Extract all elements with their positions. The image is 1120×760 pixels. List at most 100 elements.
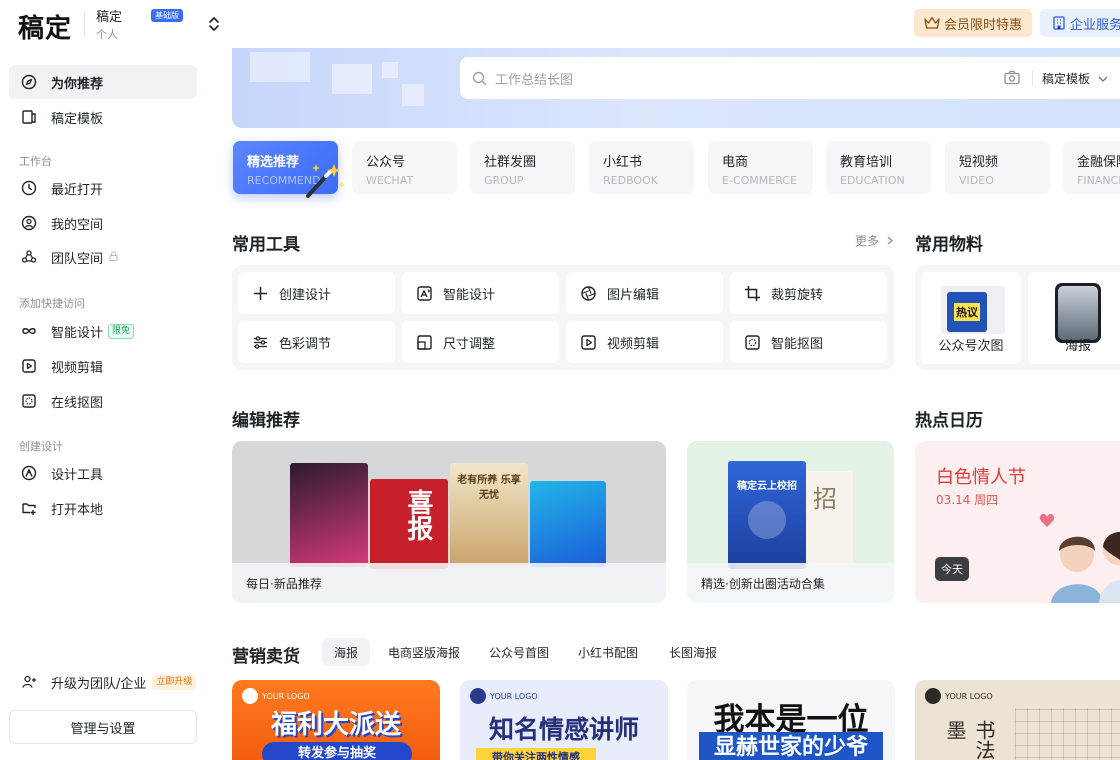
chevron-down-icon (1098, 76, 1108, 82)
tool-label: 智能抠图 (771, 336, 824, 352)
sidebar-item-video-edit[interactable]: 视频剪辑 (9, 349, 197, 383)
tool-smart-design[interactable]: 智能设计 (402, 272, 559, 314)
tool-video-edit[interactable]: 视频剪辑 (566, 321, 723, 363)
sidebar-item-label: 我的空间 (51, 217, 104, 233)
play-square-icon (581, 334, 596, 350)
today-badge: 今天 (935, 557, 969, 581)
tool-crop-rotate[interactable]: 裁剪旋转 (730, 272, 887, 314)
category-label: 教育培训 (840, 155, 893, 170)
magic-wand-icon (306, 164, 345, 198)
sidebar-item-team-space[interactable]: 团队空间 (9, 240, 197, 274)
cutout-icon (22, 394, 36, 408)
marketing-tab-wechat-cover[interactable]: 公众号首图 (477, 638, 561, 666)
tool-image-edit[interactable]: 图片编辑 (566, 272, 723, 314)
search-input[interactable]: 工作总结长图 (495, 69, 573, 88)
upgrade-label: 升级为团队/企业 (51, 676, 147, 692)
plan-badge: 基础版 (151, 9, 183, 22)
category-sub-label: GROUP (484, 174, 524, 187)
poster-text: 老有所养 乐享无忧 (457, 475, 521, 501)
sidebar-item-templates[interactable]: 稿定模板 (9, 100, 197, 134)
template-headline: 知名情感讲师 (488, 715, 639, 744)
poster-thumb-1 (290, 463, 368, 567)
marketing-tab-poster[interactable]: 海报 (322, 638, 371, 666)
template-card[interactable]: YOUR LOGO 知名情感讲师 带你关注两性情感 (460, 680, 668, 760)
card-daily-new[interactable]: 喜报 老有所养 乐享无忧 每日·新品推荐 (232, 441, 666, 603)
poster-thumb-5: 招 (799, 471, 853, 569)
marketing-tab-redbook-image[interactable]: 小红书配图 (566, 638, 650, 666)
infinity-icon (22, 328, 36, 334)
more-tools-link[interactable]: 更多 (855, 232, 894, 249)
camera-icon[interactable] (1004, 70, 1020, 85)
vip-offer-button[interactable]: 会员限时特惠 (914, 9, 1032, 37)
template-logo: YOUR LOGO (242, 688, 310, 704)
tool-label: 尺寸调整 (443, 336, 496, 352)
section-label-create: 创建设计 (19, 440, 63, 453)
category-sub-label: FINANCIAL (1077, 174, 1120, 187)
top-bar: 稿定 稿定 基础版 个人 会员限时特惠 企业服务 (0, 0, 1120, 48)
material-poster[interactable]: 海报 (1028, 272, 1120, 364)
sidebar-item-recent[interactable]: 最近打开 (9, 171, 197, 205)
template-logo-text: YOUR LOGO (490, 691, 538, 701)
manage-settings-button[interactable]: 管理与设置 (9, 710, 197, 744)
tool-resize[interactable]: 尺寸调整 (402, 321, 559, 363)
workspace-switch-icon[interactable] (206, 14, 222, 34)
banner-decoration (250, 52, 310, 82)
tool-smart-cutout[interactable]: 智能抠图 (730, 321, 887, 363)
category-label: 电商 (722, 155, 749, 170)
marketing-tab-ecom-vertical[interactable]: 电商竖版海报 (376, 638, 472, 666)
template-sub: 显赫世家的少爷 (699, 732, 883, 760)
material-wechat-secondary[interactable]: 热议 公众号次图 (921, 272, 1021, 364)
sidebar-item-smart-design[interactable]: 智能设计 限免 (9, 314, 197, 348)
material-thumb-text: 热议 (954, 303, 980, 321)
template-logo: YOUR LOGO (470, 688, 538, 704)
material-thumb: 热议 (947, 292, 987, 332)
upgrade-team-button[interactable]: 升级为团队/企业 立即升级 (9, 665, 197, 699)
search-scope-select[interactable]: 稿定模板 (1042, 70, 1108, 87)
sidebar-item-my-space[interactable]: 我的空间 (9, 206, 197, 240)
marketing-tab-long-poster[interactable]: 长图海报 (657, 638, 729, 666)
sidebar-item-label: 最近打开 (51, 182, 104, 198)
template-card[interactable]: 我本是一位 显赫世家的少爷 (687, 680, 895, 760)
sidebar-item-recommend[interactable]: 为你推荐 (9, 65, 197, 99)
sidebar-item-label: 团队空间 (51, 251, 104, 267)
card-campus-collection[interactable]: 招 稿定云上校招 精选·创新出圈活动合集 (687, 441, 894, 603)
poster-text: 招 (813, 485, 837, 513)
sidebar-item-open-local[interactable]: 打开本地 (9, 491, 197, 525)
user-circle-icon (21, 215, 37, 231)
workspace-name[interactable]: 稿定 (96, 6, 122, 25)
sidebar: 为你推荐 稿定模板 工作台 最近打开 我的空间 团队空间 添加快捷访问 智能设计… (0, 48, 206, 760)
sidebar-item-cutout[interactable]: 在线抠图 (9, 384, 197, 418)
category-tab-education[interactable]: 教育培训 EDUCATION (826, 141, 931, 194)
tool-color-adjust[interactable]: 色彩调节 (238, 321, 395, 363)
sidebar-item-label: 视频剪辑 (51, 360, 104, 376)
category-sub-label: REDBOOK (603, 174, 658, 187)
poster-thumb-2: 喜报 (370, 479, 448, 569)
banner-decoration (382, 62, 398, 78)
tool-label: 图片编辑 (607, 287, 660, 303)
sidebar-item-label: 打开本地 (51, 502, 104, 518)
category-tab-wechat[interactable]: 公众号 WECHAT (352, 141, 457, 194)
tool-create-design[interactable]: 创建设计 (238, 272, 395, 314)
template-card[interactable]: YOUR LOGO 福利大派送 转发参与抽奖 (232, 680, 440, 760)
category-tab-redbook[interactable]: 小红书 REDBOOK (589, 141, 694, 194)
category-tab-group[interactable]: 社群发圈 GROUP (470, 141, 575, 194)
category-tab-financial[interactable]: 金融保险 FINANCIAL (1063, 141, 1120, 194)
material-label: 海报 (1064, 339, 1091, 354)
enterprise-service-button[interactable]: 企业服务 (1040, 9, 1120, 37)
pen-nib-icon (21, 465, 37, 481)
app-logo[interactable]: 稿定 (18, 8, 72, 45)
phone-screen (1058, 286, 1098, 340)
category-tab-ecommerce[interactable]: 电商 E-COMMERCE (708, 141, 813, 194)
section-label-workspace: 工作台 (19, 155, 52, 168)
cutout-icon (745, 334, 760, 350)
search-bar[interactable]: 工作总结长图 稿定模板 (460, 57, 1120, 99)
sidebar-item-label: 稿定模板 (51, 111, 104, 127)
template-logo-text: YOUR LOGO (945, 691, 993, 701)
chevron-right-icon (887, 236, 893, 245)
template-card[interactable]: YOUR LOGO 书法墨 (915, 680, 1120, 760)
category-tab-video[interactable]: 短视频 VIDEO (945, 141, 1050, 194)
sidebar-item-label: 智能设计 (51, 325, 104, 341)
calendar-card[interactable]: 白色情人节 03.14 周四 今天 (915, 441, 1120, 603)
sidebar-item-design-tools[interactable]: 设计工具 (9, 456, 197, 490)
poster-text: 喜报 (403, 489, 433, 541)
